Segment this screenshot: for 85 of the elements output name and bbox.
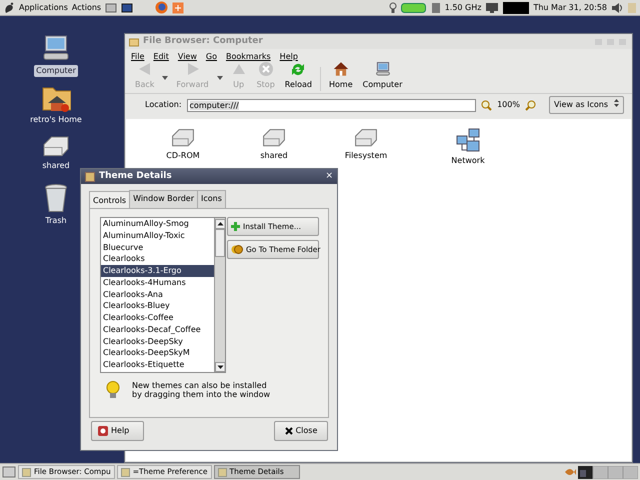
desktop-icon-label[interactable]: retro's Home [28, 114, 84, 126]
folder-icon [129, 36, 139, 46]
panel-menu[interactable]: Actions [72, 2, 102, 14]
list-item[interactable]: AluminumAlloy-Smog [101, 218, 214, 230]
file-icon-label[interactable]: Filesystem [344, 150, 388, 162]
window-icon[interactable] [121, 2, 134, 14]
menu-item[interactable]: Help [280, 51, 298, 60]
list-item[interactable]: Clearlooks-Decaf_Coffee [101, 324, 214, 336]
computer-icon[interactable] [41, 33, 71, 63]
hint-text: New themes can also be installed [132, 381, 268, 390]
clock[interactable]: Thu Mar 31, 20:58 [533, 2, 607, 14]
speaker-icon[interactable] [611, 2, 623, 14]
window-title: File Browser: Computer [143, 34, 263, 48]
editor-icon[interactable] [172, 2, 184, 14]
hint-text: by dragging them into the window [132, 390, 270, 399]
window-icon [218, 468, 227, 476]
back-arrow-icon [136, 61, 153, 77]
view-mode-dropdown[interactable]: View as Icons [548, 96, 624, 114]
toolbar-button[interactable]: Reload [282, 61, 314, 91]
file-icon-label[interactable]: shared [260, 150, 288, 162]
dropdown-caret-icon[interactable] [216, 76, 223, 80]
scroll-thumb[interactable] [215, 229, 225, 257]
close-button[interactable]: Close [274, 421, 328, 441]
close-window-button[interactable]: × [325, 170, 333, 181]
battery-icon [400, 2, 427, 12]
menu-item[interactable]: View [178, 51, 197, 60]
list-item[interactable]: Clearlooks-DeepSkyM [101, 347, 214, 359]
tab[interactable]: Window Border [129, 190, 198, 208]
menu-item[interactable]: Bookmarks [226, 51, 271, 60]
tab[interactable]: Controls [89, 191, 130, 209]
file-icon-label[interactable]: Network [451, 155, 485, 167]
lifebuoy-icon [98, 426, 108, 436]
zoom-level: 100% [497, 99, 520, 111]
desktop-icon-label[interactable]: Trash [43, 215, 69, 227]
drive-icon[interactable] [353, 127, 379, 148]
tab[interactable]: Icons [197, 190, 226, 208]
zoom-out-icon[interactable] [481, 100, 492, 110]
bulb-icon [388, 2, 397, 14]
close-icon [284, 427, 293, 435]
list-item[interactable]: Clearlooks-3.1-Ergo [101, 265, 214, 277]
file-icon-label[interactable]: CD-ROM [166, 150, 200, 162]
desktop-icon-label[interactable]: Computer [34, 65, 78, 77]
list-item[interactable]: Clearlooks-DeepSky [101, 336, 214, 348]
list-item[interactable]: Clearlooks [101, 253, 214, 265]
computer-icon [374, 61, 391, 77]
network-icon[interactable] [455, 127, 481, 153]
monitor-icon[interactable] [485, 2, 500, 14]
list-item[interactable]: Clearlooks-Coffee [101, 312, 214, 324]
list-item[interactable]: Bluecurve [101, 242, 214, 254]
window-title: Theme Details [99, 170, 172, 183]
drive-icon[interactable] [261, 127, 287, 148]
menu-item[interactable]: Go [206, 51, 217, 60]
plus-icon [231, 222, 240, 231]
stop-icon [258, 61, 274, 77]
panel-menu[interactable]: Applications [19, 2, 68, 14]
desktop-icon-label[interactable]: shared [40, 160, 72, 172]
list-item[interactable]: Clearlooks-4Humans [101, 276, 214, 288]
window-icon [22, 468, 31, 476]
list-item[interactable]: Clearlooks-Ana [101, 288, 214, 300]
drive-icon[interactable] [170, 127, 196, 148]
drive-icon[interactable] [41, 134, 71, 158]
window-icon [120, 468, 130, 476]
help-button[interactable]: Help [91, 421, 144, 441]
toolbar-button[interactable]: Computer [360, 61, 404, 91]
location-label: Location: [145, 99, 182, 111]
cpu-frequency: 1.50 GHz [444, 2, 482, 14]
list-item[interactable]: AluminumAlloy-Toxic [101, 230, 214, 242]
browser-icon[interactable] [155, 1, 168, 14]
scroll-down-icon[interactable] [215, 362, 226, 372]
toolbar-button[interactable]: Home [327, 61, 355, 91]
dropdown-caret-icon[interactable] [162, 76, 168, 80]
list-item[interactable]: Clearlooks-Etiquette [101, 359, 214, 371]
spin-arrows-icon [614, 99, 619, 107]
scroll-up-icon[interactable] [215, 218, 226, 229]
menu-item[interactable]: Edit [153, 51, 169, 60]
file-manager-icon[interactable] [105, 2, 118, 14]
location-field[interactable]: computer:/// [186, 98, 476, 112]
menu-item[interactable]: File [131, 51, 144, 60]
show-desktop-icon[interactable] [2, 466, 16, 478]
reload-icon [290, 61, 306, 77]
list-item[interactable]: Clearlooks-Bluey [101, 300, 214, 312]
blank-applet-icon [503, 2, 530, 14]
lightbulb-icon [106, 381, 120, 399]
zoom-in-icon[interactable] [524, 100, 536, 110]
house-icon [332, 61, 349, 77]
